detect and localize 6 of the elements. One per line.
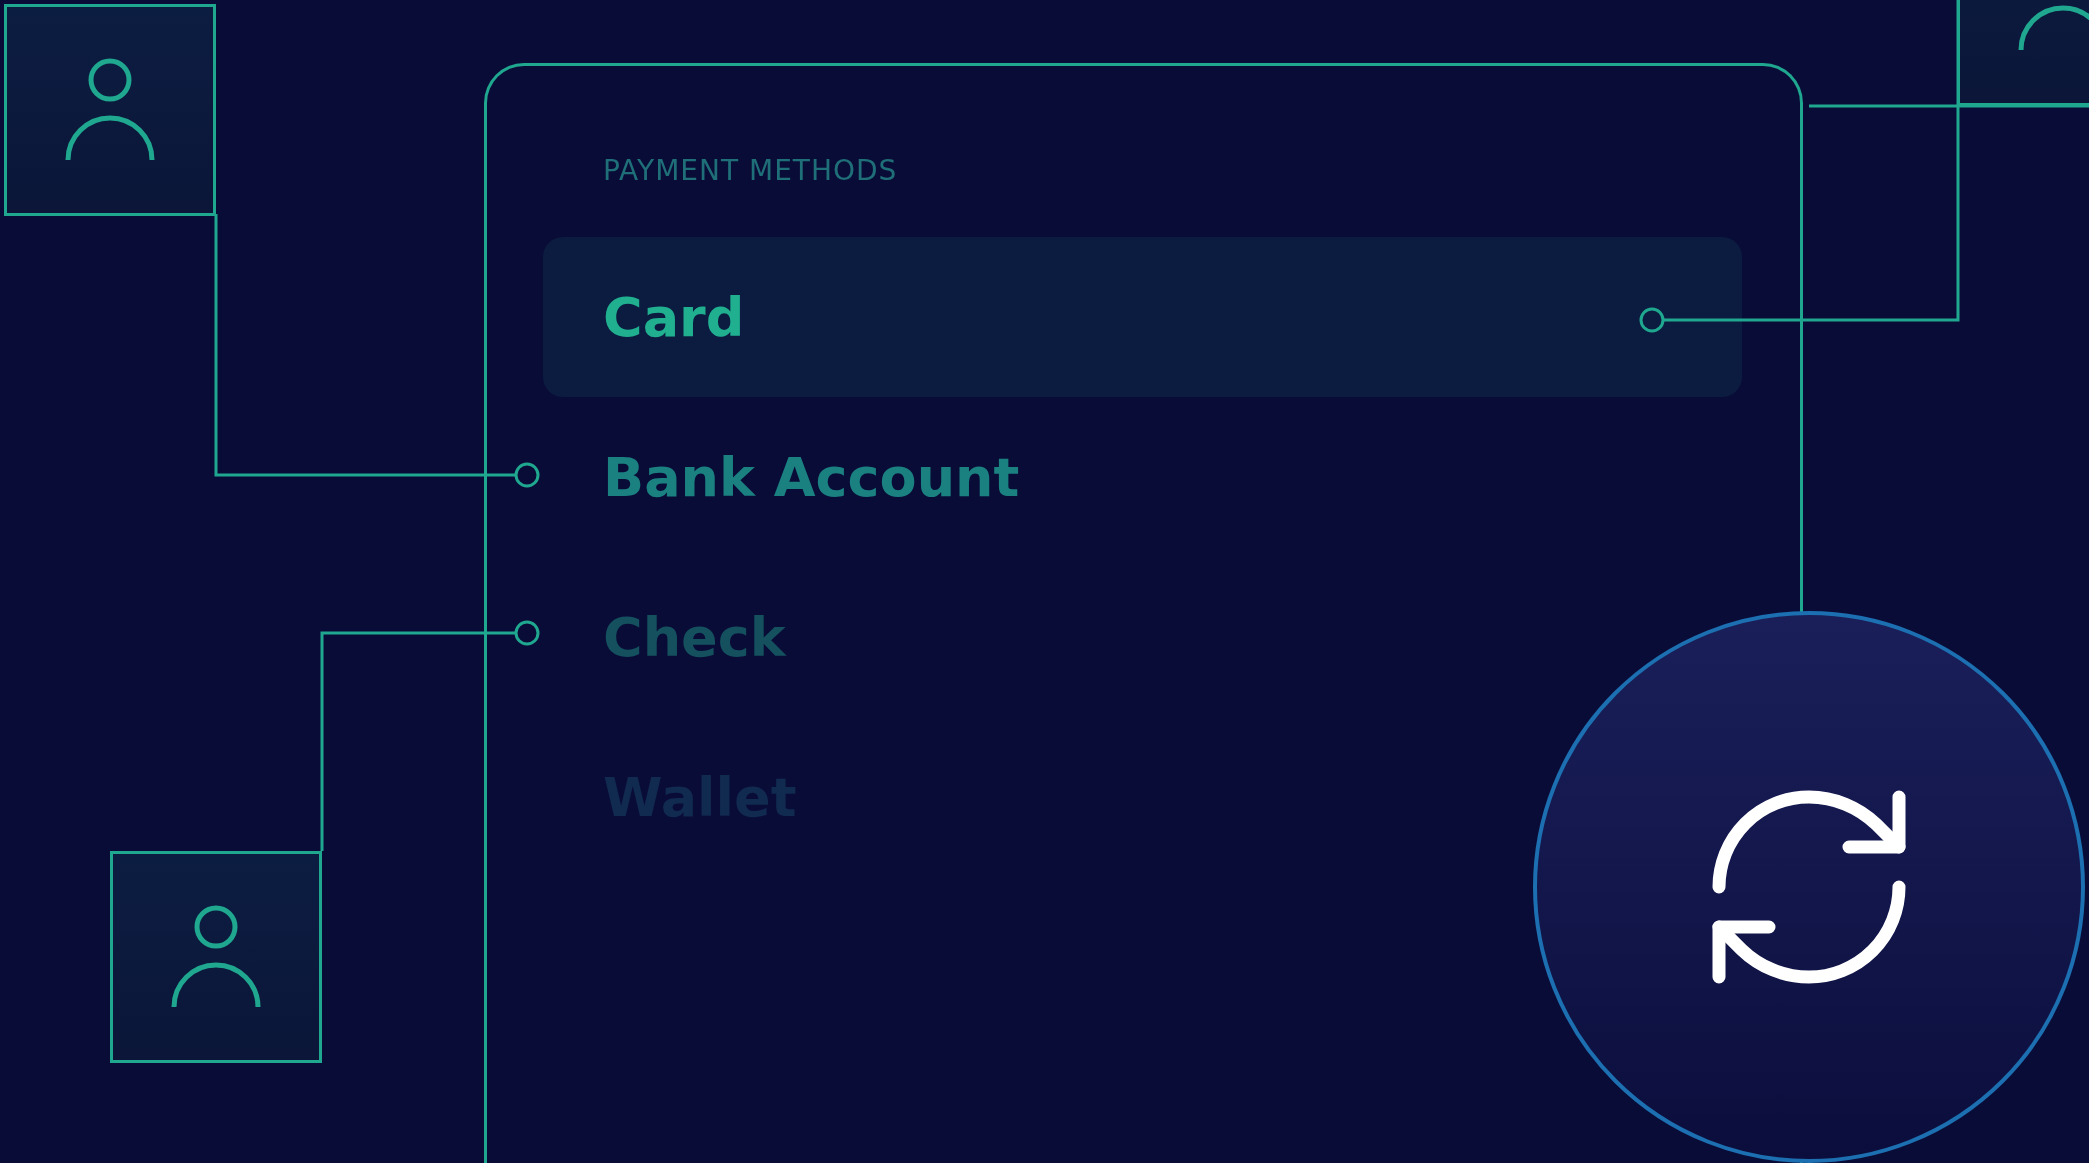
payment-option[interactable]: Check	[543, 557, 806, 717]
person-icon	[64, 58, 156, 162]
payment-option[interactable]: Card	[543, 237, 1742, 397]
payment-option[interactable]: Bank Account	[543, 397, 1040, 557]
panel-heading: PAYMENT METHODS	[603, 154, 899, 187]
person-icon	[170, 905, 262, 1009]
